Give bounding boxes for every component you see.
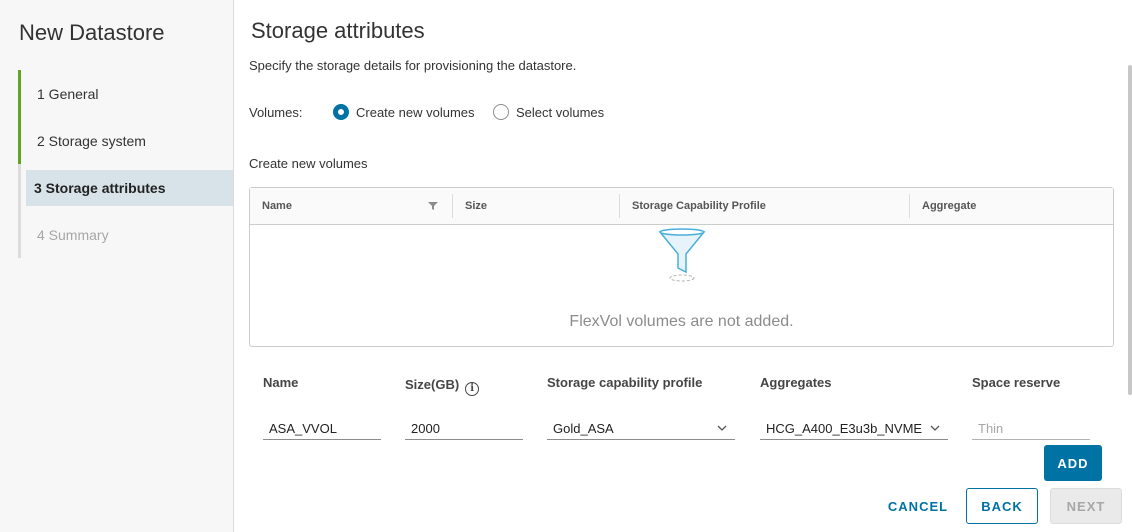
volumes-grid: Name Size Storage Capability Profile Agg…	[249, 187, 1114, 347]
profile-select-value: Gold_ASA	[553, 421, 614, 436]
step-storage-attributes[interactable]: 3 Storage attributes	[26, 170, 233, 206]
profile-select[interactable]: Gold_ASA	[547, 418, 735, 440]
profile-label: Storage capability profile	[547, 375, 703, 390]
size-label: Size(GB)	[405, 377, 460, 392]
aggregates-select-value: HCG_A400_E3u3b_NVME	[766, 421, 923, 436]
radio-unselected-icon[interactable]	[493, 104, 509, 120]
funnel-icon	[657, 228, 706, 282]
grid-header: Name Size Storage Capability Profile Agg…	[250, 188, 1113, 225]
aggregates-select[interactable]: HCG_A400_E3u3b_NVME	[760, 418, 948, 440]
name-input[interactable]: ASA_VVOL	[263, 418, 381, 440]
size-label-wrap: Size(GB) i	[405, 377, 480, 396]
column-header-profile[interactable]: Storage Capability Profile	[619, 194, 909, 218]
main-panel: Storage attributes Specify the storage d…	[234, 0, 1132, 532]
column-label: Storage Capability Profile	[632, 200, 766, 212]
step-summary: 4 Summary	[37, 226, 109, 243]
page-title: Storage attributes	[251, 18, 425, 43]
add-button[interactable]: ADD	[1044, 445, 1102, 481]
wizard-title: New Datastore	[19, 20, 165, 45]
column-header-aggregate[interactable]: Aggregate	[909, 194, 1113, 218]
back-button[interactable]: BACK	[966, 488, 1038, 524]
size-input[interactable]: 2000	[405, 418, 523, 440]
radio-label: Create new volumes	[356, 104, 475, 120]
space-reserve-input: Thin	[972, 418, 1090, 440]
scrollbar[interactable]	[1128, 65, 1132, 395]
page-subtitle: Specify the storage details for provisio…	[249, 58, 577, 73]
empty-state	[250, 228, 1113, 293]
aggregates-label: Aggregates	[760, 375, 832, 390]
info-icon[interactable]: i	[465, 382, 480, 396]
empty-message: FlexVol volumes are not added.	[569, 313, 794, 330]
chevron-down-icon	[717, 425, 727, 431]
space-reserve-label: Space reserve	[972, 375, 1061, 390]
column-header-name[interactable]: Name	[250, 194, 452, 218]
next-button: NEXT	[1050, 488, 1122, 524]
step-storage-system[interactable]: 2 Storage system	[18, 117, 233, 164]
chevron-down-icon	[930, 425, 940, 431]
step-general[interactable]: 1 General	[18, 70, 233, 117]
column-label: Name	[262, 200, 292, 212]
radio-create-new-volumes[interactable]: Create new volumes	[333, 104, 475, 120]
radio-select-volumes[interactable]: Select volumes	[493, 104, 604, 120]
volumes-label: Volumes:	[249, 105, 303, 120]
filter-icon[interactable]	[428, 201, 438, 211]
wizard-steps: 1 General 2 Storage system 3 Storage att…	[18, 70, 233, 258]
grid-section-label: Create new volumes	[249, 156, 368, 171]
radio-selected-icon[interactable]	[333, 104, 349, 120]
name-label: Name	[263, 375, 299, 390]
wizard-sidebar: New Datastore 1 General 2 Storage system…	[0, 0, 234, 532]
cancel-button[interactable]: CANCEL	[879, 488, 957, 524]
column-label: Aggregate	[922, 200, 977, 212]
column-header-size[interactable]: Size	[452, 194, 619, 218]
radio-label: Select volumes	[516, 104, 605, 120]
column-label: Size	[465, 200, 488, 212]
